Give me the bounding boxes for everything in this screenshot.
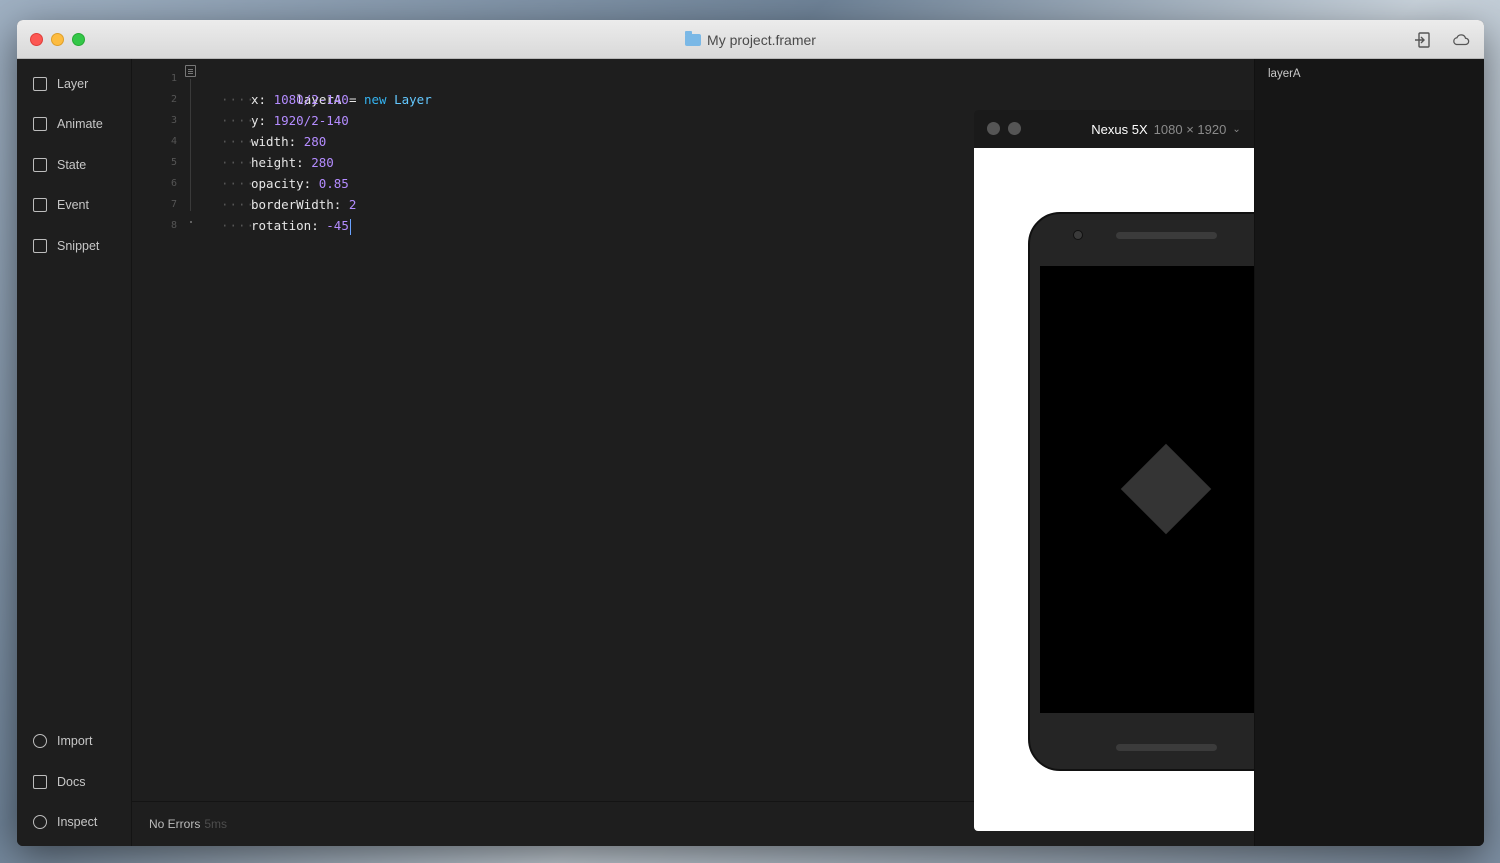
sidebar-item-layer[interactable]: Layer xyxy=(33,74,88,94)
indent-dots: ···· xyxy=(221,155,256,170)
code-key: borderWidth: xyxy=(251,197,349,212)
code-line[interactable]: 8 ···· rotation: -45 xyxy=(132,215,832,236)
line-number: 4 xyxy=(170,136,178,147)
import-icon xyxy=(33,734,47,748)
code-editor: 1 layerA = new Layer 2 ···· x: 1080/2-14… xyxy=(132,59,1358,846)
layer-list-item[interactable]: layerA xyxy=(1268,68,1301,80)
sidebar: Layer Animate State Event Snippet Import… xyxy=(17,59,132,846)
sidebar-item-label: Import xyxy=(57,734,93,748)
layer-a-preview[interactable] xyxy=(1120,443,1212,535)
phone-speaker-top xyxy=(1116,232,1217,239)
code-line[interactable]: 1 layerA = new Layer xyxy=(132,68,832,107)
sidebar-item-label: Layer xyxy=(57,77,89,91)
device-name[interactable]: Nexus 5X xyxy=(1091,122,1147,137)
sidebar-item-label: Animate xyxy=(57,117,103,131)
indent-dots: ···· xyxy=(221,197,256,212)
folder-icon xyxy=(685,30,702,46)
sidebar-item-import[interactable]: Import xyxy=(33,731,92,751)
code-value: 2 xyxy=(348,197,357,212)
docs-icon xyxy=(33,775,47,789)
sidebar-item-label: Inspect xyxy=(57,815,98,829)
window-title: My project.framer xyxy=(707,31,816,48)
indent-dots: ···· xyxy=(221,218,256,233)
line-number: 6 xyxy=(170,178,178,189)
sidebar-item-inspect[interactable]: Inspect xyxy=(33,812,97,832)
code-line[interactable]: 7 ···· borderWidth: 2 xyxy=(132,194,832,215)
sidebar-item-label: Event xyxy=(57,198,89,212)
snippet-icon xyxy=(33,239,47,253)
indent-dots: ···· xyxy=(221,113,256,128)
event-icon xyxy=(33,198,47,212)
line-number: 5 xyxy=(170,157,178,168)
indent-dots: ···· xyxy=(221,134,256,149)
animate-icon xyxy=(33,117,47,131)
code-line[interactable]: 5 ···· height: 280 xyxy=(132,152,832,173)
export-icon[interactable] xyxy=(1414,31,1432,49)
line-number: 2 xyxy=(170,94,178,105)
code-key: x: xyxy=(251,92,274,107)
sidebar-item-label: State xyxy=(57,158,87,172)
sidebar-item-event[interactable]: Event xyxy=(33,195,89,215)
layer-plus-icon xyxy=(33,77,47,91)
title-bar: My project.framer xyxy=(17,20,1484,59)
preview-close-dot[interactable] xyxy=(987,122,1000,135)
line-number: 7 xyxy=(170,199,178,210)
layers-panel: layerA xyxy=(1254,59,1484,846)
code-line[interactable]: 4 ···· width: 280 xyxy=(132,131,832,152)
code-value: 0.85 xyxy=(318,176,349,191)
inspect-icon xyxy=(33,815,47,829)
phone-speaker-bottom xyxy=(1116,744,1217,751)
state-grid-icon xyxy=(33,158,47,172)
code-key: width: xyxy=(251,134,304,149)
sidebar-item-state[interactable]: State xyxy=(33,155,86,175)
chevron-down-icon[interactable]: ⌄ xyxy=(1232,124,1240,135)
code-key: height: xyxy=(251,155,312,170)
code-value: 1920/2-140 xyxy=(273,113,349,128)
cloud-icon[interactable] xyxy=(1452,31,1470,49)
line-number: 8 xyxy=(170,220,178,231)
code-line[interactable]: 2 ···· x: 1080/2-140 xyxy=(132,89,832,110)
indent-dots: ···· xyxy=(221,92,256,107)
code-value: -45 xyxy=(326,218,349,233)
sidebar-item-label: Docs xyxy=(57,775,86,789)
code-value: 280 xyxy=(311,155,334,170)
indent-dots: ···· xyxy=(221,176,256,191)
sidebar-item-snippet[interactable]: Snippet xyxy=(33,236,99,256)
status-text: No Errors xyxy=(149,817,201,831)
preview-minimize-dot[interactable] xyxy=(1008,122,1021,135)
phone-camera xyxy=(1073,230,1083,240)
code-value: 280 xyxy=(303,134,327,149)
status-time: 5ms xyxy=(204,817,228,831)
code-value: 1080/2-140 xyxy=(273,92,349,107)
code-line[interactable]: 3 ···· y: 1920/2-140 xyxy=(132,110,832,131)
sidebar-item-animate[interactable]: Animate xyxy=(33,114,103,134)
code-key: y: xyxy=(251,113,274,128)
text-caret xyxy=(349,218,352,235)
code-key: rotation: xyxy=(251,218,327,233)
sidebar-item-label: Snippet xyxy=(57,239,100,253)
device-size[interactable]: 1080 × 1920 xyxy=(1154,122,1227,137)
code-line[interactable]: 6 ···· opacity: 0.85 xyxy=(132,173,832,194)
code-key: opacity: xyxy=(251,176,319,191)
window-title-group: My project.framer xyxy=(17,20,1484,59)
app-window: My project.framer Layer Animate State Ev… xyxy=(17,20,1484,846)
line-number: 3 xyxy=(170,115,178,126)
sidebar-item-docs[interactable]: Docs xyxy=(33,772,85,792)
line-number: 1 xyxy=(170,73,178,84)
